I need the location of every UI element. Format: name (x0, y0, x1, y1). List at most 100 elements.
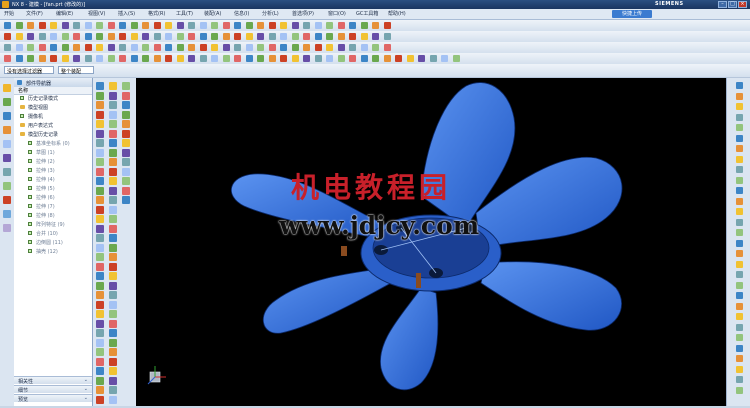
delete-icon[interactable] (109, 357, 117, 366)
extrude-icon[interactable] (107, 22, 115, 29)
open-icon[interactable] (96, 338, 104, 347)
redo-icon[interactable] (96, 348, 104, 356)
save-icon[interactable] (199, 33, 207, 40)
unite-icon[interactable] (109, 129, 117, 138)
tree-item[interactable]: 拉伸 (3) (14, 167, 92, 174)
chamfer-icon[interactable] (326, 33, 333, 40)
pattern-icon[interactable] (96, 319, 104, 328)
save-icon[interactable] (96, 215, 104, 223)
revolve-icon[interactable] (61, 33, 69, 40)
extrude-icon[interactable] (222, 44, 230, 51)
intersect-icon[interactable] (268, 55, 276, 62)
redo-icon[interactable] (736, 208, 743, 215)
undo-icon[interactable] (96, 55, 103, 62)
shell-icon[interactable] (165, 22, 172, 29)
cut-icon[interactable] (4, 33, 11, 40)
chamfer-icon[interactable] (383, 22, 391, 29)
sketch-icon[interactable] (50, 55, 57, 62)
subtract-icon[interactable] (142, 33, 149, 40)
sketch-icon[interactable] (280, 55, 287, 62)
new-icon[interactable] (109, 395, 117, 404)
panel-dependencies[interactable]: 相关性 ⌄ (14, 376, 92, 385)
new-icon[interactable] (96, 272, 104, 280)
part-navigator-icon[interactable] (3, 112, 11, 120)
copy-icon[interactable] (96, 101, 104, 109)
unite-icon[interactable] (188, 22, 195, 29)
paste-icon[interactable] (736, 92, 743, 100)
delete-icon[interactable] (96, 234, 104, 242)
redo-icon[interactable] (165, 44, 172, 51)
cut-icon[interactable] (736, 239, 743, 247)
save-icon[interactable] (84, 55, 92, 62)
subtract-icon[interactable] (372, 33, 379, 40)
pattern-icon[interactable] (96, 129, 104, 138)
extrude-icon[interactable] (28, 213, 32, 217)
menu-item-window[interactable]: 窗口(O) (328, 10, 346, 17)
shell-icon[interactable] (96, 253, 104, 261)
redo-icon[interactable] (50, 22, 57, 29)
chamfer-icon[interactable] (153, 22, 161, 29)
paste-icon[interactable] (96, 167, 104, 176)
new-icon[interactable] (234, 22, 241, 29)
open-icon[interactable] (303, 55, 310, 62)
tree-item[interactable]: 抽壳 (12) (14, 248, 92, 255)
close-button[interactable]: × (738, 1, 747, 8)
revolve-icon[interactable] (291, 33, 299, 40)
extrude-icon[interactable] (28, 186, 32, 190)
pattern-icon[interactable] (4, 55, 11, 62)
pattern-icon[interactable] (234, 55, 241, 62)
pattern-icon[interactable] (291, 44, 299, 51)
chamfer-icon[interactable] (38, 44, 46, 51)
tree-item[interactable]: 历史记录模式 (14, 95, 92, 102)
unite-icon[interactable] (28, 231, 32, 235)
shell-icon[interactable] (736, 103, 743, 110)
extrude-icon[interactable] (280, 33, 287, 40)
pattern-icon[interactable] (122, 186, 130, 195)
hole-icon[interactable] (109, 367, 117, 375)
open-icon[interactable] (130, 44, 138, 51)
subtract-icon[interactable] (257, 55, 264, 62)
tree-item[interactable]: 阵列特征 (9) (14, 221, 92, 228)
subtract-icon[interactable] (109, 386, 117, 394)
unite-icon[interactable] (109, 319, 117, 328)
tree-item[interactable]: 拉伸 (4) (14, 176, 92, 183)
cut-icon[interactable] (234, 33, 241, 40)
undo-icon[interactable] (326, 55, 333, 62)
extrude-icon[interactable] (50, 33, 57, 40)
menu-item-view[interactable]: 视图(V) (88, 10, 105, 17)
copy-icon[interactable] (188, 44, 195, 51)
extrude-icon[interactable] (395, 55, 402, 62)
undo-icon[interactable] (268, 22, 276, 29)
extrude-icon[interactable] (122, 167, 130, 176)
extrude-icon[interactable] (28, 204, 32, 208)
roles-icon[interactable] (3, 210, 11, 218)
revolve-icon[interactable] (736, 187, 743, 194)
menu-item-help[interactable]: 帮助(H) (388, 10, 406, 17)
delete-icon[interactable] (383, 55, 391, 62)
save-icon[interactable] (122, 82, 130, 90)
tree-item[interactable]: 边倒圆 (11) (14, 239, 92, 246)
chamfer-icon[interactable] (96, 33, 103, 40)
extrude-icon[interactable] (736, 365, 743, 373)
extrude-icon[interactable] (28, 195, 32, 199)
new-icon[interactable] (119, 44, 126, 51)
extrude-icon[interactable] (96, 300, 104, 309)
pattern-icon[interactable] (28, 222, 32, 226)
datum-icon[interactable] (28, 141, 32, 145)
menu-item-file[interactable]: 文件(F) (26, 10, 43, 17)
menu-item-edit[interactable]: 编辑(E) (56, 10, 73, 17)
copy-icon[interactable] (73, 22, 80, 29)
chamfer-icon[interactable] (736, 281, 743, 289)
new-icon[interactable] (122, 139, 130, 147)
hole-icon[interactable] (122, 110, 130, 119)
system-materials-icon[interactable] (3, 182, 11, 190)
unite-icon[interactable] (15, 55, 23, 62)
undo-icon[interactable] (96, 91, 104, 100)
intersect-icon[interactable] (96, 329, 104, 337)
tree-item[interactable]: 模型视图 (14, 104, 92, 111)
intersect-icon[interactable] (38, 55, 46, 62)
revolve-icon[interactable] (4, 44, 11, 51)
menu-item-information[interactable]: 信息(I) (234, 10, 249, 17)
shell-icon[interactable] (337, 33, 345, 40)
pattern-icon[interactable] (61, 44, 69, 51)
